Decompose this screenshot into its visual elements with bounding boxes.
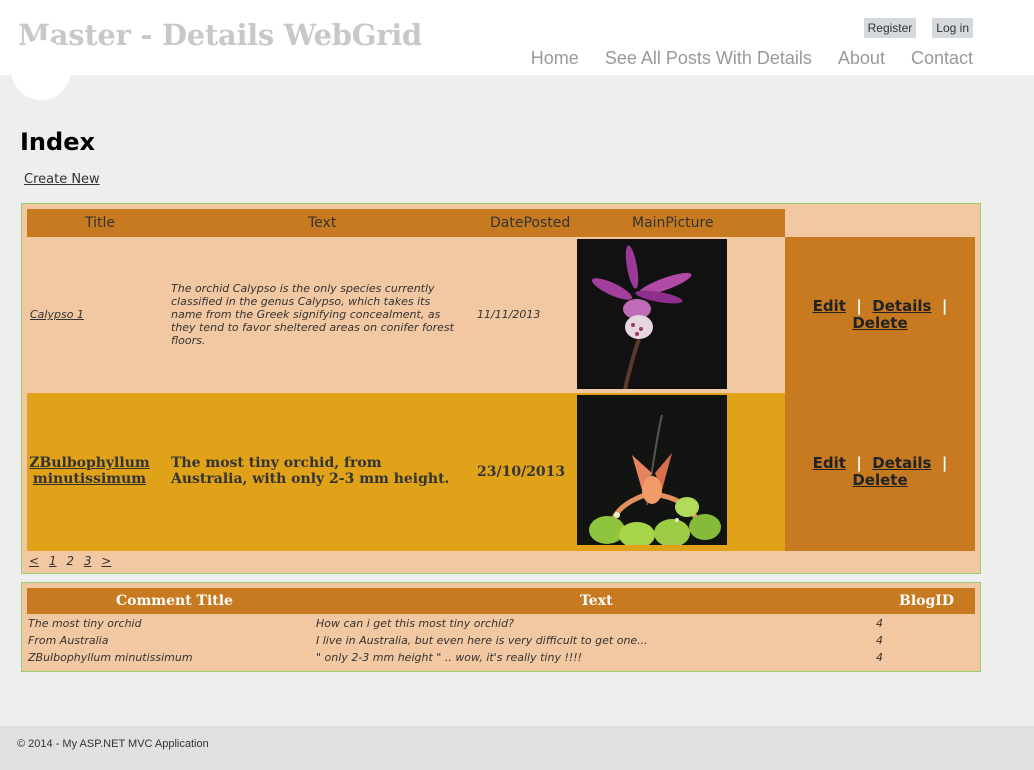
post-picture	[577, 395, 727, 545]
comment-text: I live in Australia, but even here is ve…	[316, 634, 648, 647]
register-link[interactable]: Register	[863, 18, 917, 38]
table-row: From Australia I live in Australia, but …	[27, 633, 975, 650]
comment-blog-id: 4	[876, 651, 883, 664]
column-comment-text: Text	[580, 593, 613, 609]
comment-title: From Australia	[28, 634, 109, 647]
comment-title: ZBulbophyllum minutissimum	[28, 651, 193, 664]
comment-blog-id: 4	[876, 617, 883, 630]
column-comment-title: Comment Title	[116, 593, 233, 609]
comments-grid: Comment Title Text BlogID The most tiny …	[21, 582, 981, 672]
comment-text: " only 2-3 mm height " .. wow, it's real…	[316, 651, 583, 664]
comments-header: Comment Title Text BlogID	[27, 588, 975, 614]
edit-link[interactable]: Edit	[813, 297, 846, 315]
log-in-link[interactable]: Log in	[932, 18, 973, 38]
column-date-posted[interactable]: DatePosted	[490, 215, 570, 231]
comment-title: The most tiny orchid	[28, 617, 142, 630]
table-row: Calypso 1 The orchid Calypso is the only…	[27, 237, 975, 393]
row-actions: Edit | Details | Delete	[785, 237, 975, 393]
post-date: 23/10/2013	[477, 464, 566, 480]
table-row: The most tiny orchid How can i get this …	[27, 616, 975, 633]
column-title[interactable]: Title	[85, 215, 115, 231]
pager-prev[interactable]: <	[29, 554, 39, 568]
page-title: Index	[20, 128, 95, 156]
column-text[interactable]: Text	[308, 215, 336, 231]
table-row: ZBulbophyllum minutissimum " only 2-3 mm…	[27, 650, 975, 667]
separator: |	[941, 297, 948, 315]
details-link[interactable]: Details	[872, 297, 931, 315]
delete-link[interactable]: Delete	[852, 471, 907, 489]
pager-page-3[interactable]: 3	[84, 554, 92, 568]
delete-link[interactable]: Delete	[852, 314, 907, 332]
pager-current-page: 2	[66, 554, 74, 568]
calypso-orchid-image	[577, 239, 727, 389]
header-decoration-circle	[11, 40, 71, 100]
post-date: 11/11/2013	[477, 308, 541, 321]
column-blog-id: BlogID	[899, 593, 954, 609]
posts-grid: Title Text DatePosted MainPicture Calyps…	[21, 203, 981, 574]
pager-page-1[interactable]: 1	[49, 554, 57, 568]
login-area: Register Log in	[863, 18, 973, 38]
main-menu: Home See All Posts With Details About Co…	[531, 48, 973, 69]
bulbophyllum-orchid-image	[577, 395, 727, 545]
post-title-link[interactable]: Calypso 1	[30, 308, 84, 321]
pager-next[interactable]: >	[101, 554, 111, 568]
menu-contact[interactable]: Contact	[911, 48, 973, 69]
row-main: ZBulbophyllum minutissimum The most tiny…	[27, 393, 785, 551]
post-text: The orchid Calypso is the only species c…	[171, 282, 454, 347]
comment-blog-id: 4	[876, 634, 883, 647]
details-link[interactable]: Details	[872, 454, 931, 472]
table-row: ZBulbophyllum minutissimum The most tiny…	[27, 393, 975, 551]
site-title[interactable]: Master - Details WebGrid	[18, 18, 422, 52]
column-main-picture[interactable]: MainPicture	[632, 215, 714, 231]
pager: < 1 2 3 >	[29, 554, 117, 568]
menu-about[interactable]: About	[838, 48, 885, 69]
comment-text: How can i get this most tiny orchid?	[316, 617, 514, 630]
footer-copyright: © 2014 - My ASP.NET MVC Application	[17, 738, 209, 750]
row-actions: Edit | Details | Delete	[785, 393, 975, 551]
menu-home[interactable]: Home	[531, 48, 579, 69]
site-footer: © 2014 - My ASP.NET MVC Application	[0, 726, 1034, 770]
post-text: The most tiny orchid, from Australia, wi…	[171, 455, 450, 487]
post-title-link[interactable]: ZBulbophyllum minutissimum	[27, 455, 152, 487]
grid-header: Title Text DatePosted MainPicture	[27, 209, 785, 237]
separator: |	[856, 454, 862, 472]
row-main: Calypso 1 The orchid Calypso is the only…	[27, 237, 785, 393]
separator: |	[941, 454, 948, 472]
post-picture	[577, 239, 727, 389]
edit-link[interactable]: Edit	[813, 454, 846, 472]
site-header: Master - Details WebGrid Register Log in…	[0, 0, 1034, 75]
separator: |	[856, 297, 862, 315]
create-new-link[interactable]: Create New	[24, 172, 100, 187]
menu-see-all-posts[interactable]: See All Posts With Details	[605, 48, 812, 69]
